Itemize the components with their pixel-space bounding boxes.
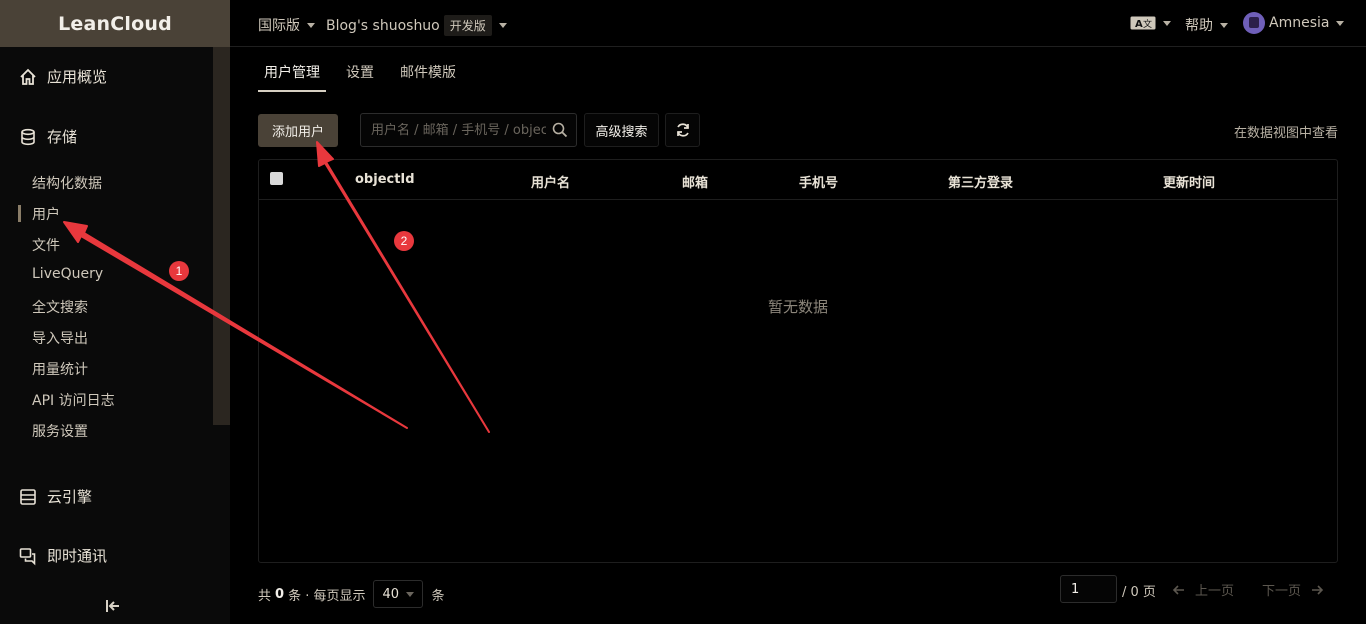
column-header-updated-at[interactable]: 更新时间 bbox=[1163, 172, 1215, 191]
next-page-label: 下一页 bbox=[1262, 584, 1302, 599]
top-header: 国际版 Blog's shuoshuo 开发版 A文 帮助 Amnesia bbox=[230, 0, 1366, 47]
sidebar-item-api-logs[interactable]: API 访问日志 bbox=[32, 390, 115, 410]
add-user-button[interactable]: 添加用户 bbox=[258, 114, 338, 147]
total-count: 0 bbox=[275, 586, 285, 602]
search-field[interactable] bbox=[360, 113, 577, 147]
help-dropdown[interactable]: 帮助 bbox=[1185, 15, 1228, 35]
column-header-email[interactable]: 邮箱 bbox=[682, 172, 708, 191]
active-tab-indicator bbox=[258, 90, 326, 92]
chevron-down-icon bbox=[1163, 20, 1171, 26]
chat-icon bbox=[19, 547, 36, 565]
annotation-badge-1: 1 bbox=[169, 261, 189, 281]
avatar bbox=[1243, 12, 1265, 34]
select-all-checkbox[interactable] bbox=[270, 172, 283, 185]
tab-email-templates[interactable]: 邮件模版 bbox=[400, 62, 456, 82]
sidebar-item-service-settings[interactable]: 服务设置 bbox=[32, 421, 88, 441]
brand-logo[interactable]: LeanCloud bbox=[0, 0, 230, 47]
edition-badge: 开发版 bbox=[443, 15, 492, 36]
region-dropdown[interactable]: 国际版 bbox=[258, 15, 315, 35]
refresh-icon bbox=[676, 123, 689, 137]
advanced-search-button[interactable]: 高级搜索 bbox=[584, 113, 659, 147]
home-icon bbox=[20, 68, 36, 85]
total-prefix: 共 bbox=[258, 588, 272, 604]
sidebar-item-fulltext-search[interactable]: 全文搜索 bbox=[32, 297, 88, 317]
sidebar-item-label: 云引擎 bbox=[47, 488, 93, 506]
help-label: 帮助 bbox=[1185, 18, 1213, 34]
sidebar-item-livequery[interactable]: LiveQuery bbox=[32, 266, 103, 282]
sidebar-item-storage[interactable]: 存储 bbox=[18, 126, 77, 147]
sidebar-item-cloud-engine[interactable]: 云引擎 bbox=[18, 486, 92, 507]
sidebar-item-structured-data[interactable]: 结构化数据 bbox=[32, 173, 102, 193]
next-page-button[interactable]: 下一页 bbox=[1262, 580, 1324, 599]
chevron-down-icon bbox=[498, 23, 507, 28]
app-name: Blog's shuoshuo bbox=[326, 17, 440, 34]
empty-state-text: 暂无数据 bbox=[767, 298, 828, 316]
chevron-down-icon bbox=[307, 22, 315, 28]
page-size-value: 40 bbox=[382, 586, 400, 602]
refresh-button[interactable] bbox=[665, 113, 700, 147]
column-header-phone[interactable]: 手机号 bbox=[799, 172, 838, 191]
column-header-username[interactable]: 用户名 bbox=[531, 172, 570, 191]
translate-icon: A文 bbox=[1130, 16, 1156, 30]
search-input[interactable] bbox=[371, 122, 546, 138]
sidebar-item-label: 即时通讯 bbox=[47, 547, 108, 565]
users-table: objectId 用户名 邮箱 手机号 第三方登录 更新时间 暂无数据 bbox=[258, 159, 1338, 563]
sidebar-item-usage-stats[interactable]: 用量统计 bbox=[32, 359, 88, 379]
sidebar-item-files[interactable]: 文件 bbox=[32, 235, 60, 255]
sidebar: LeanCloud 应用概览 存储 结构化数据 用户 文件 LiveQuery … bbox=[0, 0, 230, 624]
view-in-data-link[interactable]: 在数据视图中查看 bbox=[1234, 122, 1338, 141]
chevron-down-icon bbox=[1220, 22, 1228, 28]
sidebar-item-label: 应用概览 bbox=[47, 68, 108, 86]
collapse-sidebar-icon[interactable] bbox=[104, 597, 122, 615]
database-icon bbox=[21, 128, 35, 145]
arrow-left-icon bbox=[1172, 584, 1184, 595]
sidebar-item-import-export[interactable]: 导入导出 bbox=[32, 328, 88, 348]
search-icon[interactable] bbox=[552, 122, 568, 138]
table-header: objectId 用户名 邮箱 手机号 第三方登录 更新时间 bbox=[259, 160, 1337, 200]
username: Amnesia bbox=[1269, 15, 1330, 31]
prev-page-label: 上一页 bbox=[1195, 584, 1235, 599]
region-label: 国际版 bbox=[258, 18, 300, 34]
total-unit: 条 · 每页显示 bbox=[288, 588, 366, 604]
svg-text:文: 文 bbox=[1143, 18, 1152, 30]
tab-settings[interactable]: 设置 bbox=[346, 62, 374, 82]
svg-text:A: A bbox=[1135, 19, 1143, 30]
page-size-unit: 条 bbox=[431, 588, 445, 604]
sidebar-item-overview[interactable]: 应用概览 bbox=[18, 66, 107, 87]
sidebar-item-messaging[interactable]: 即时通讯 bbox=[18, 545, 107, 566]
tab-user-management[interactable]: 用户管理 bbox=[264, 62, 320, 82]
app-switcher[interactable]: Blog's shuoshuo 开发版 bbox=[326, 15, 507, 36]
column-header-objectid[interactable]: objectId bbox=[355, 172, 415, 187]
page-size-select[interactable]: 40 bbox=[373, 580, 424, 608]
sidebar-item-label: 存储 bbox=[47, 128, 78, 146]
page-number-input[interactable] bbox=[1060, 575, 1117, 603]
column-header-third-party-login[interactable]: 第三方登录 bbox=[948, 172, 1013, 191]
language-switcher[interactable]: A文 bbox=[1130, 15, 1171, 31]
prev-page-button[interactable]: 上一页 bbox=[1172, 580, 1234, 599]
annotation-badge-2: 2 bbox=[394, 231, 414, 251]
pagination-summary: 共 0 条 · 每页显示 40 条 bbox=[258, 580, 444, 608]
arrow-right-icon bbox=[1312, 584, 1324, 595]
sidebar-scrollbar[interactable] bbox=[213, 47, 230, 425]
user-menu[interactable]: Amnesia bbox=[1243, 12, 1345, 34]
total-pages: / 0 页 bbox=[1122, 585, 1156, 600]
sidebar-item-users[interactable]: 用户 bbox=[18, 204, 60, 224]
server-icon bbox=[20, 488, 36, 505]
chevron-down-icon bbox=[1336, 20, 1345, 26]
chevron-down-icon bbox=[406, 591, 415, 597]
